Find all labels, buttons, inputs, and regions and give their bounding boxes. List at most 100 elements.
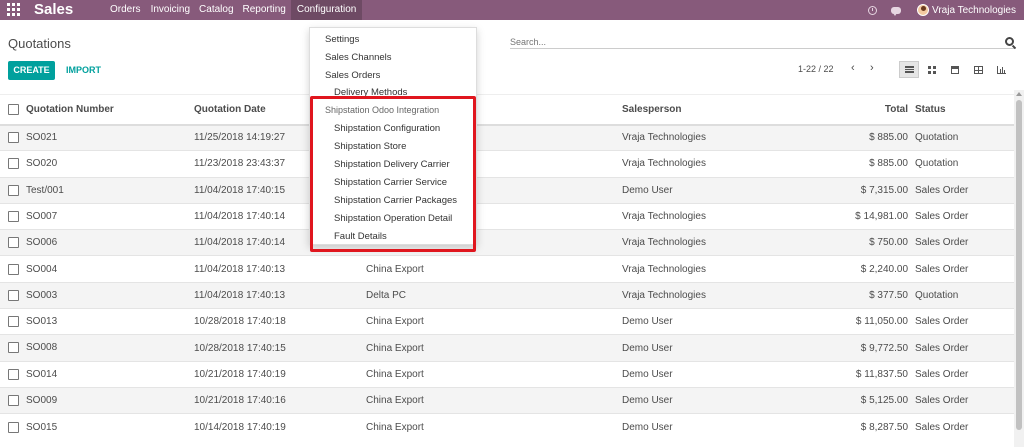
row-checkbox[interactable]	[8, 132, 19, 144]
table-row[interactable]: SO009 10/21/2018 17:40:16 China Export Demo…	[0, 386, 1014, 414]
quotation-table: Quotation Number Quotation Date Salesper…	[0, 94, 1014, 441]
kanban-icon	[928, 65, 936, 74]
list-view-button[interactable]	[899, 61, 919, 78]
row-checkbox[interactable]	[8, 316, 19, 328]
cell-total: $ 14,981.00	[812, 202, 912, 230]
messaging-icon[interactable]	[891, 6, 902, 16]
cell-number[interactable]: SO006	[0, 229, 194, 256]
quotation-number: SO004	[26, 263, 58, 275]
cell-salesperson: Vraja Technologies	[622, 255, 812, 283]
user-avatar[interactable]	[917, 4, 930, 16]
cell-salesperson: Demo User	[622, 176, 812, 204]
row-checkbox[interactable]	[8, 158, 19, 170]
scroll-thumb[interactable]	[1016, 100, 1022, 430]
quotation-number: SO009	[26, 395, 58, 407]
row-checkbox[interactable]	[8, 210, 19, 222]
import-button[interactable]: IMPORT	[66, 61, 101, 80]
menu-catalog[interactable]: Catalog	[195, 0, 237, 20]
cell-number[interactable]: SO020	[0, 150, 194, 178]
row-checkbox[interactable]	[8, 237, 19, 249]
table-row[interactable]: SO003 11/04/2018 17:40:13 Delta PC Vraja Te…	[0, 281, 1014, 309]
cell-number[interactable]: SO003	[0, 281, 194, 309]
scroll-up-arrow-icon[interactable]	[1016, 92, 1022, 96]
table-row[interactable]: SO006 11/04/2018 17:40:14 Vraja Technologi…	[0, 229, 1014, 256]
header-number-label: Quotation Number	[26, 103, 114, 115]
menu-configuration[interactable]: Configuration	[290, 0, 363, 20]
user-name[interactable]: Vraja Technologies	[932, 5, 1016, 16]
header-salesperson[interactable]: Salesperson	[622, 94, 812, 126]
quotation-number: SO021	[26, 132, 58, 144]
graph-view-button[interactable]	[991, 61, 1011, 78]
cell-status: Sales Order	[912, 308, 1014, 335]
cell-salesperson: Demo User	[622, 386, 812, 414]
cell-date: 10/21/2018 17:40:19	[194, 360, 366, 388]
cell-total: $ 2,240.00	[812, 255, 912, 283]
cell-number[interactable]: SO014	[0, 360, 194, 388]
header-status[interactable]: Status	[912, 94, 1014, 126]
dropdown-menu-item[interactable]: Sales Orders	[325, 70, 380, 81]
table-row[interactable]: SO015 10/14/2018 17:40:19 China Export Demo…	[0, 413, 1014, 441]
apps-menu-icon[interactable]	[7, 3, 20, 16]
row-checkbox[interactable]	[8, 421, 19, 433]
quotation-number: SO003	[26, 290, 58, 301]
pivot-view-button[interactable]	[968, 61, 988, 78]
row-checkbox[interactable]	[8, 395, 19, 407]
cell-number[interactable]: SO008	[0, 334, 194, 362]
search-input[interactable]	[510, 35, 1016, 49]
row-checkbox[interactable]	[8, 342, 19, 354]
pager-previous-button[interactable]: ‹	[851, 62, 855, 74]
table-row[interactable]: SO013 10/28/2018 17:40:18 China Export Demo…	[0, 308, 1014, 335]
header-total[interactable]: Total	[812, 94, 912, 126]
cell-total: $ 377.50	[812, 281, 912, 309]
cell-salesperson: Demo User	[622, 360, 812, 388]
cell-number[interactable]: SO015	[0, 413, 194, 441]
row-checkbox[interactable]	[8, 368, 19, 380]
quotation-number: SO020	[26, 158, 58, 170]
menu-reporting[interactable]: Reporting	[239, 0, 290, 20]
pager-next-button[interactable]: ›	[870, 62, 874, 74]
row-checkbox[interactable]	[8, 289, 19, 301]
cell-number[interactable]: SO004	[0, 255, 194, 283]
calendar-view-button[interactable]	[945, 61, 965, 78]
cell-number[interactable]: SO013	[0, 308, 194, 335]
header-number[interactable]: Quotation Number	[0, 94, 194, 126]
cell-status: Quotation	[912, 281, 1014, 309]
table-row[interactable]: SO021 11/25/2018 14:19:27 Vraja Technologi…	[0, 123, 1014, 151]
table-row[interactable]: SO020 11/23/2018 23:43:37 Vraja Technologi…	[0, 150, 1014, 178]
table-row[interactable]: SO004 11/04/2018 17:40:13 China Export Vraj…	[0, 255, 1014, 283]
cell-date: 11/04/2018 17:40:13	[194, 281, 366, 309]
activity-clock-icon[interactable]	[868, 5, 878, 15]
top-navbar: Sales Orders Invoicing Catalog Reporting…	[0, 0, 1024, 20]
table-row[interactable]: SO014 10/21/2018 17:40:19 China Export Demo…	[0, 360, 1014, 388]
cell-salesperson: Demo User	[622, 334, 812, 362]
kanban-view-button[interactable]	[922, 61, 942, 78]
cell-customer: China Export	[366, 255, 622, 283]
dropdown-menu-item[interactable]: Settings	[325, 34, 359, 45]
cell-number[interactable]: Test/001	[0, 176, 194, 204]
list-icon	[904, 66, 914, 73]
row-checkbox[interactable]	[8, 184, 19, 196]
pager-value[interactable]: 1-22 / 22	[798, 64, 834, 74]
select-all-checkbox[interactable]	[8, 103, 19, 115]
table-row[interactable]: Test/001 11/04/2018 17:40:15 Demo User $ 7,…	[0, 176, 1014, 204]
table-row[interactable]: SO007 11/04/2018 17:40:14 Vraja Technologi…	[0, 202, 1014, 230]
table-row[interactable]: SO008 10/28/2018 17:40:15 China Export Demo…	[0, 334, 1014, 362]
cell-status: Sales Order	[912, 176, 1014, 204]
cell-number[interactable]: SO007	[0, 202, 194, 230]
quotation-list: Quotation Number Quotation Date Salesper…	[0, 94, 1014, 441]
row-checkbox[interactable]	[8, 263, 19, 275]
vertical-scrollbar[interactable]	[1014, 90, 1024, 447]
search-icon[interactable]	[1005, 37, 1014, 46]
cell-total: $ 11,050.00	[812, 308, 912, 335]
cell-number[interactable]: SO021	[0, 123, 194, 151]
dropdown-menu-item[interactable]: Sales Channels	[325, 52, 392, 63]
menu-invoicing[interactable]: Invoicing	[147, 0, 194, 20]
cell-number[interactable]: SO009	[0, 386, 194, 414]
menu-orders[interactable]: Orders	[106, 0, 145, 20]
cell-status: Sales Order	[912, 386, 1014, 414]
cell-total: $ 9,772.50	[812, 334, 912, 362]
create-button[interactable]: CREATE	[8, 61, 55, 80]
cell-total: $ 750.00	[812, 229, 912, 256]
cell-status: Sales Order	[912, 334, 1014, 362]
cell-salesperson: Demo User	[622, 308, 812, 335]
